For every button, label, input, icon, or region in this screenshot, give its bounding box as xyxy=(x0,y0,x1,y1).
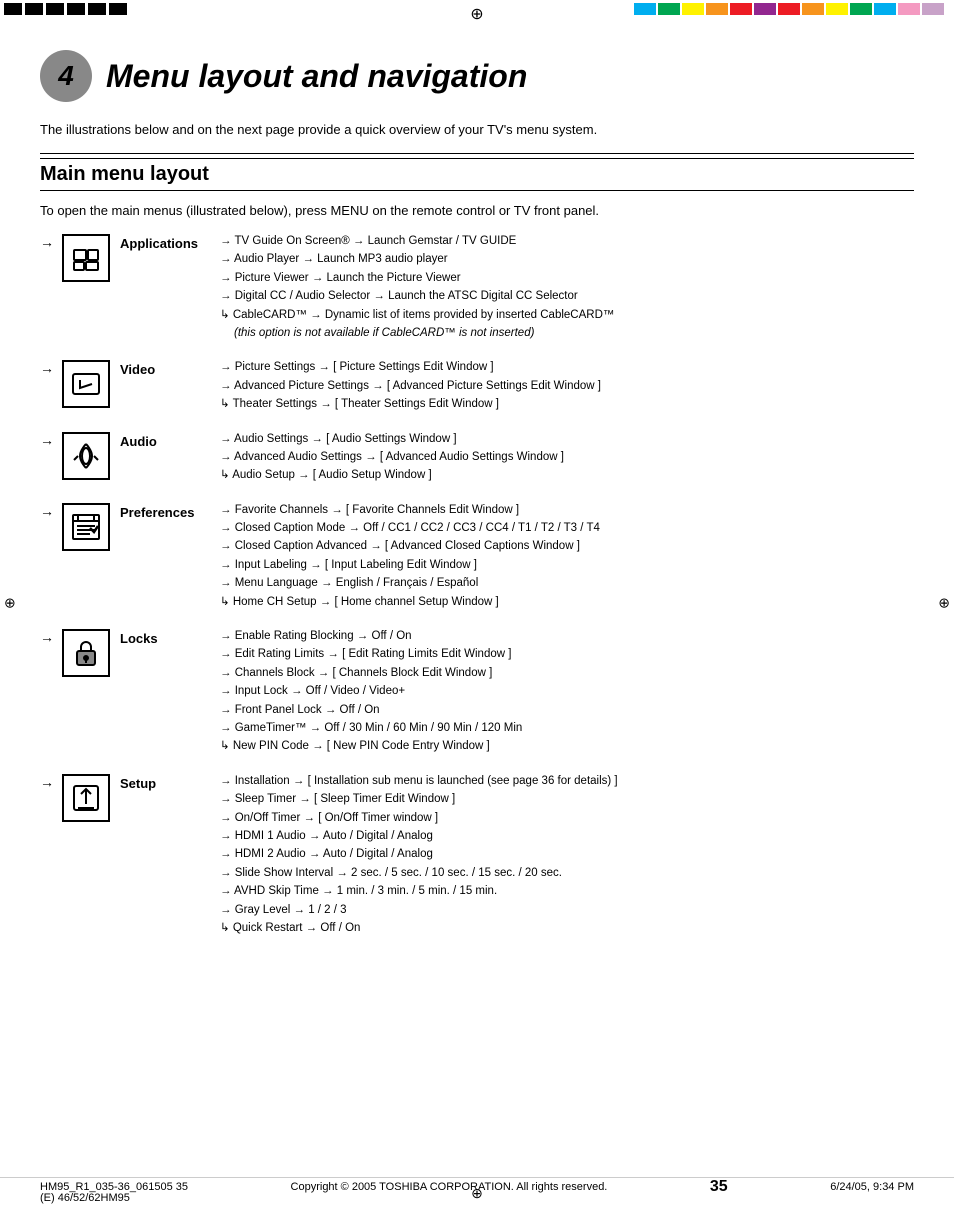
chapter-title: Menu layout and navigation xyxy=(106,58,527,95)
arrow-applications: → xyxy=(40,234,52,250)
list-item: ↳ New PIN Code → [ New PIN Code Entry Wi… xyxy=(220,737,914,755)
list-item: ↳ CableCARD™ → Dynamic list of items pro… xyxy=(220,306,914,324)
list-item: → Enable Rating Blocking → Off / On xyxy=(220,627,914,645)
list-item: → Audio Settings → [ Audio Settings Wind… xyxy=(220,430,914,448)
intro-text: The illustrations below and on the next … xyxy=(40,122,914,137)
list-item: ↳ Quick Restart → Off / On xyxy=(220,919,914,937)
chapter-number: 4 xyxy=(40,50,92,102)
audio-items: → Audio Settings → [ Audio Settings Wind… xyxy=(220,430,914,485)
list-item: → Closed Caption Mode → Off / CC1 / CC2 … xyxy=(220,519,914,537)
video-items: → Picture Settings → [ Picture Settings … xyxy=(220,358,914,413)
section-title: Main menu layout xyxy=(40,158,914,191)
page-number: 35 xyxy=(710,1178,728,1196)
arrow-video: → xyxy=(40,360,52,376)
menu-row-video: → Video → Picture Settings → [ Picture S… xyxy=(40,358,914,413)
locks-label: Locks xyxy=(120,627,210,646)
preferences-label: Preferences xyxy=(120,501,210,520)
list-item: → HDMI 2 Audio → Auto / Digital / Analog xyxy=(220,845,914,863)
list-item: → Picture Settings → [ Picture Settings … xyxy=(220,358,914,376)
list-item-italic: (this option is not available if CableCA… xyxy=(220,324,914,342)
locks-icon xyxy=(62,629,110,677)
top-divider xyxy=(40,153,914,154)
video-label: Video xyxy=(120,358,210,377)
list-item: → Front Panel Lock → Off / On xyxy=(220,701,914,719)
copyright: Copyright © 2005 TOSHIBA CORPORATION. Al… xyxy=(291,1181,608,1193)
list-item: → Advanced Audio Settings → [ Advanced A… xyxy=(220,448,914,466)
crosshair-top: ⊕ xyxy=(470,4,483,24)
setup-items: → Installation → [ Installation sub menu… xyxy=(220,772,914,938)
arrow-setup: → xyxy=(40,774,52,790)
footer-right: 6/24/05, 9:34 PM xyxy=(830,1181,914,1193)
list-item: → Slide Show Interval → 2 sec. / 5 sec. … xyxy=(220,864,914,882)
list-item: → AVHD Skip Time → 1 min. / 3 min. / 5 m… xyxy=(220,882,914,900)
section-subtitle: To open the main menus (illustrated belo… xyxy=(40,203,914,218)
list-item: → Input Labeling → [ Input Labeling Edit… xyxy=(220,556,914,574)
list-item: → Closed Caption Advanced → [ Advanced C… xyxy=(220,537,914,555)
list-item: → HDMI 1 Audio → Auto / Digital / Analog xyxy=(220,827,914,845)
menu-row-preferences: → Preferences → Favorite Channels → [ Fa… xyxy=(40,501,914,611)
setup-label: Setup xyxy=(120,772,210,791)
list-item: → Picture Viewer → Launch the Picture Vi… xyxy=(220,269,914,287)
main-content: 4 Menu layout and navigation The illustr… xyxy=(40,30,914,1166)
menu-row-setup: → Setup → Installation → [ Installation … xyxy=(40,772,914,938)
list-item: → Menu Language → English / Français / E… xyxy=(220,574,914,592)
audio-icon xyxy=(62,432,110,480)
list-item: ↳ Theater Settings → [ Theater Settings … xyxy=(220,395,914,413)
bottom-model: (E) 46/52/62HM95 xyxy=(40,1192,130,1204)
list-item: → Digital CC / Audio Selector → Launch t… xyxy=(220,287,914,305)
arrow-preferences: → xyxy=(40,503,52,519)
locks-items: → Enable Rating Blocking → Off / On → Ed… xyxy=(220,627,914,756)
preferences-items: → Favorite Channels → [ Favorite Channel… xyxy=(220,501,914,611)
arrow-locks: → xyxy=(40,629,52,645)
list-item: → Input Lock → Off / Video / Video+ xyxy=(220,682,914,700)
list-item: → On/Off Timer → [ On/Off Timer window ] xyxy=(220,809,914,827)
list-item: → Advanced Picture Settings → [ Advanced… xyxy=(220,377,914,395)
color-chips xyxy=(634,0,944,18)
list-item: → GameTimer™ → Off / 30 Min / 60 Min / 9… xyxy=(220,719,914,737)
crosshair-right: ⊕ xyxy=(938,595,950,612)
list-item: → Channels Block → [ Channels Block Edit… xyxy=(220,664,914,682)
list-item: ↳ Audio Setup → [ Audio Setup Window ] xyxy=(220,466,914,484)
menu-items-container: → Applications → TV Guide On Screen® → L… xyxy=(40,232,914,937)
video-icon xyxy=(62,360,110,408)
black-blocks xyxy=(0,0,131,18)
list-item: ↳ Home CH Setup → [ Home channel Setup W… xyxy=(220,593,914,611)
list-item: → Gray Level → 1 / 2 / 3 xyxy=(220,901,914,919)
menu-row-applications: → Applications → TV Guide On Screen® → L… xyxy=(40,232,914,342)
applications-label: Applications xyxy=(120,232,210,251)
applications-icon xyxy=(62,234,110,282)
audio-label: Audio xyxy=(120,430,210,449)
list-item: → Audio Player → Launch MP3 audio player xyxy=(220,250,914,268)
list-item: → Installation → [ Installation sub menu… xyxy=(220,772,914,790)
menu-row-audio: → Audio → Audio Settings → [ Audio Setti… xyxy=(40,430,914,485)
chapter-header: 4 Menu layout and navigation xyxy=(40,50,914,102)
preferences-icon xyxy=(62,503,110,551)
list-item: → Sleep Timer → [ Sleep Timer Edit Windo… xyxy=(220,790,914,808)
applications-items: → TV Guide On Screen® → Launch Gemstar /… xyxy=(220,232,914,342)
list-item: → TV Guide On Screen® → Launch Gemstar /… xyxy=(220,232,914,250)
crosshair-bottom: ⊕ xyxy=(471,1185,483,1202)
list-item: → Edit Rating Limits → [ Edit Rating Lim… xyxy=(220,645,914,663)
setup-icon xyxy=(62,774,110,822)
arrow-audio: → xyxy=(40,432,52,448)
list-item: → Favorite Channels → [ Favorite Channel… xyxy=(220,501,914,519)
crosshair-left: ⊕ xyxy=(4,595,16,612)
menu-row-locks: → Locks → Enable Rating Blocking → Off /… xyxy=(40,627,914,756)
